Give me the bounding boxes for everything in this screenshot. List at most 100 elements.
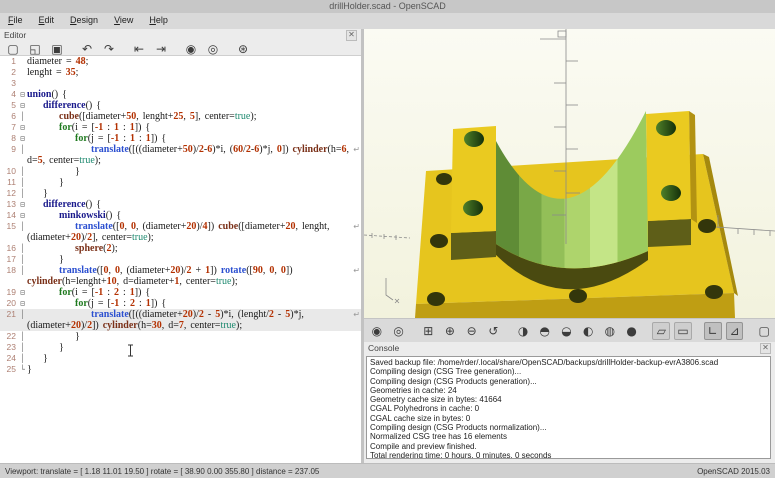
- code-line-8[interactable]: 8⊟ for(j = [-1 : 1 : 1]) {: [0, 133, 361, 144]
- code-line-4[interactable]: 4⊟union() {: [0, 89, 361, 100]
- zoom-in-icon[interactable]: ⊕: [441, 323, 459, 339]
- code-line-12[interactable]: 12│ }: [0, 188, 361, 199]
- fold-marker-icon[interactable]: ⊟: [18, 298, 27, 309]
- viewport-3d[interactable]: [364, 29, 775, 318]
- reset-view-icon[interactable]: ↺: [485, 323, 503, 339]
- plate-hole: [698, 219, 716, 233]
- code-line-17[interactable]: 17│ }: [0, 254, 361, 265]
- fold-marker-icon[interactable]: ⊟: [18, 199, 27, 210]
- fold-marker-icon: │: [18, 188, 27, 199]
- wrap-marker-icon: ↵: [353, 265, 360, 276]
- code-line-21[interactable]: 21│ translate([((diameter+20)/2 - 5)*i, …: [0, 309, 361, 331]
- fold-marker-icon: │: [18, 309, 27, 331]
- console-line: Normalized CSG tree has 16 elements: [370, 432, 770, 441]
- view-right-icon[interactable]: ◑: [514, 323, 532, 339]
- code-line-13[interactable]: 13⊟ difference() {: [0, 199, 361, 210]
- code-line-10[interactable]: 10│ }: [0, 166, 361, 177]
- line-number: 14: [0, 210, 18, 221]
- fold-marker-icon[interactable]: ⊟: [18, 133, 27, 144]
- close-icon[interactable]: ✕: [346, 30, 357, 41]
- title-bar: drillHolder.scad - OpenSCAD: [0, 0, 775, 14]
- code-text: sphere(2);: [27, 243, 361, 254]
- code-text: [27, 78, 361, 89]
- code-text: for(i = [-1 : 2 : 1]) {: [27, 287, 361, 298]
- code-text: translate([0, 0, (diameter+20)/2 + 1]) r…: [27, 265, 361, 287]
- status-bar: Viewport: translate = [ 1.18 11.01 19.50…: [0, 463, 775, 478]
- code-text: translate([0, 0, (diameter+20)/4]) cube(…: [27, 221, 361, 243]
- show-crosshairs-icon[interactable]: ▢: [755, 323, 773, 339]
- editor-panel-header: Editor ✕: [0, 29, 361, 41]
- fold-marker-icon: │: [18, 177, 27, 188]
- fold-marker-icon: │: [18, 144, 27, 166]
- code-line-23[interactable]: 23│ }: [0, 342, 361, 353]
- render-icon[interactable]: ◎: [390, 323, 408, 339]
- fold-marker-icon[interactable]: ⊟: [18, 100, 27, 111]
- fold-marker-icon[interactable]: ⊟: [18, 89, 27, 100]
- code-text: lenght = 35;: [27, 67, 361, 78]
- fold-marker-icon: [18, 56, 27, 67]
- code-line-24[interactable]: 24│ }: [0, 353, 361, 364]
- fold-marker-icon[interactable]: ⊟: [18, 122, 27, 133]
- view-all-icon[interactable]: ⊞: [419, 323, 437, 339]
- code-text: translate([((diameter+20)/2 - 5)*i, (len…: [27, 309, 361, 331]
- show-axes-icon[interactable]: ∟: [704, 322, 722, 340]
- menu-help[interactable]: Help: [141, 13, 176, 25]
- menu-design[interactable]: Design: [62, 13, 106, 25]
- view-back-icon[interactable]: ●: [623, 323, 641, 339]
- code-area[interactable]: 1diameter = 48;2 lenght = 35;3 4⊟union() …: [0, 55, 361, 464]
- code-line-9[interactable]: 9│ translate([((diameter+50)/2-6)*i, (60…: [0, 144, 361, 166]
- code-text: }: [27, 166, 361, 177]
- code-text: for(i = [-1 : 1 : 1]) {: [27, 122, 361, 133]
- view-top-icon[interactable]: ◓: [536, 323, 554, 339]
- perspective-icon[interactable]: ▱: [652, 322, 670, 340]
- block-hole: [463, 200, 483, 216]
- orthographic-icon[interactable]: ▭: [674, 322, 692, 340]
- fold-marker-icon: └: [18, 364, 27, 375]
- code-line-18[interactable]: 18│ translate([0, 0, (diameter+20)/2 + 1…: [0, 265, 361, 287]
- line-number: 10: [0, 166, 18, 177]
- view-front-icon[interactable]: ◍: [601, 323, 619, 339]
- fold-marker-icon: [18, 78, 27, 89]
- code-line-16[interactable]: 16│ sphere(2);: [0, 243, 361, 254]
- code-line-3[interactable]: 3: [0, 78, 361, 89]
- code-line-7[interactable]: 7⊟ for(i = [-1 : 1 : 1]) {: [0, 122, 361, 133]
- code-line-11[interactable]: 11│ }: [0, 177, 361, 188]
- zoom-out-icon[interactable]: ⊖: [463, 323, 481, 339]
- code-line-1[interactable]: 1diameter = 48;: [0, 56, 361, 67]
- console-line: CGAL cache size in bytes: 0: [370, 414, 770, 423]
- close-icon[interactable]: ✕: [760, 343, 771, 354]
- line-number: 16: [0, 243, 18, 254]
- editor-panel: Editor ✕ ▢◱▣↶↷⇤⇥◉◎⊛ 1diameter = 48;2leng…: [0, 29, 361, 463]
- line-number: 17: [0, 254, 18, 265]
- code-line-2[interactable]: 2 lenght = 35;: [0, 67, 361, 78]
- fold-marker-icon[interactable]: ⊟: [18, 210, 27, 221]
- code-line-15[interactable]: 15│ translate([0, 0, (diameter+20)/4]) c…: [0, 221, 361, 243]
- view-bottom-icon[interactable]: ◒: [558, 323, 576, 339]
- code-line-14[interactable]: 14⊟ minkowski() {: [0, 210, 361, 221]
- line-number: 12: [0, 188, 18, 199]
- show-scale-markers-icon[interactable]: ⊿: [726, 322, 744, 340]
- text-cursor-pointer: [127, 344, 134, 357]
- code-line-6[interactable]: 6│ cube([diameter+50, lenght+25, 5], cen…: [0, 111, 361, 122]
- menu-view[interactable]: View: [106, 13, 141, 25]
- fold-marker-icon[interactable]: ⊟: [18, 287, 27, 298]
- line-number: 2: [0, 67, 18, 78]
- preview-icon[interactable]: ◉: [368, 323, 386, 339]
- line-number: 5: [0, 100, 18, 111]
- menu-file[interactable]: File: [0, 13, 31, 25]
- plate-hole: [430, 234, 448, 248]
- code-line-19[interactable]: 19⊟ for(i = [-1 : 2 : 1]) {: [0, 287, 361, 298]
- code-line-20[interactable]: 20⊟ for(j = [-1 : 2 : 1]) {: [0, 298, 361, 309]
- code-text: union() {: [27, 89, 361, 100]
- code-line-25[interactable]: 25└}: [0, 364, 361, 375]
- code-line-22[interactable]: 22│ }: [0, 331, 361, 342]
- fold-marker-icon: │: [18, 243, 27, 254]
- plate-hole: [705, 285, 723, 299]
- view-left-icon[interactable]: ◐: [579, 323, 597, 339]
- console-line: Saved backup file: /home/rder/.local/sha…: [370, 358, 770, 367]
- menu-edit[interactable]: Edit: [31, 13, 63, 25]
- console-output[interactable]: Saved backup file: /home/rder/.local/sha…: [366, 356, 771, 459]
- console-line: Geometry cache size in bytes: 41664: [370, 395, 770, 404]
- code-line-5[interactable]: 5⊟ difference() {: [0, 100, 361, 111]
- line-number: 11: [0, 177, 18, 188]
